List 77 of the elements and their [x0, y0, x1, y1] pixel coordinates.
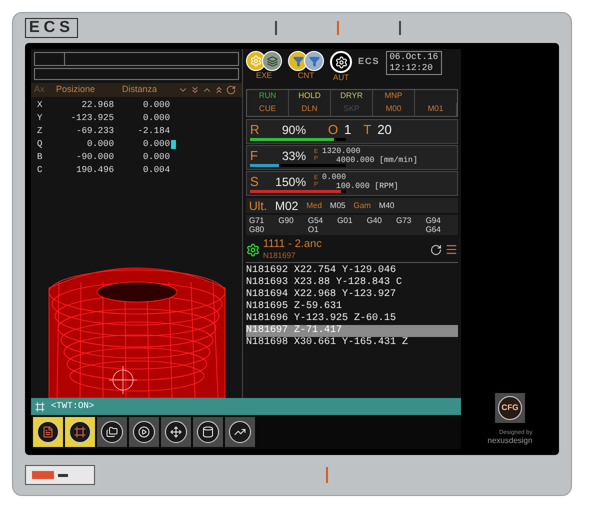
t-label: T [363, 121, 372, 140]
distance-cell-text: 0.004 [142, 164, 170, 177]
status-indicator: M00 [373, 103, 415, 116]
status-indicator: MNP [373, 90, 415, 103]
ult-label: Ult. [249, 198, 267, 214]
override-percent: 33% [280, 148, 306, 165]
axis-cell-text: C [36, 164, 44, 177]
gcode-text: G71 [249, 216, 266, 225]
program-line[interactable]: N181696 Y-123.925 Z-60.15 [246, 313, 458, 325]
axis-cell-text: Z [36, 124, 44, 138]
ult-code: M02 [275, 198, 298, 214]
time-text: 12:12:20 [390, 63, 434, 74]
cfg-button[interactable]: CFG [495, 393, 525, 423]
gcode-text: G40 [366, 216, 383, 225]
distance-cell-text: 0.000 [142, 138, 170, 151]
position-cell-text: 0.000 [86, 138, 114, 151]
axis-cell-text: B [36, 150, 44, 164]
position-cell-text: -69.233 [75, 124, 114, 138]
position-cell-text: -123.925 [70, 112, 114, 125]
axis-cell-text: Q [36, 138, 44, 151]
gcode-text: G90 [278, 216, 295, 225]
status-indicator: HOLD [289, 90, 331, 103]
program-name: 1111 - 2.anc [263, 238, 323, 250]
date-text: 06.Oct.16 [390, 52, 438, 63]
ult-tag: Med [306, 200, 322, 212]
gcode-text: G01 [337, 216, 354, 225]
status-indicator: RUN [247, 90, 289, 103]
gcode-text: G64 [426, 225, 442, 234]
program-line[interactable]: N181698 X30.661 Y-165.431 Z [246, 337, 458, 349]
gcode-text: G80 [249, 225, 266, 234]
column-header: Posizione [56, 83, 96, 96]
distance-cell-text: 0.000 [142, 98, 170, 112]
ult-code: M40 [378, 200, 394, 212]
position-cell-text: -90.000 [75, 150, 114, 164]
override-letter: S [250, 173, 260, 192]
message-text: <TWT:ON> [51, 400, 94, 413]
position-cell-text: 22.968 [80, 98, 114, 112]
override-value: 4000.000 [mm/min] [335, 156, 418, 165]
program-line[interactable]: N181695 Z-59.631 [246, 301, 458, 313]
override-letter: R [250, 121, 260, 140]
override-letter: F [250, 147, 259, 166]
status-indicator: M01 [415, 103, 457, 116]
screen-logo: ECS [358, 55, 380, 68]
program-line[interactable]: N181692 X22.754 Y-129.046 [246, 265, 458, 277]
o-value: 1 [344, 121, 352, 140]
designer-name: nexusdesign [488, 437, 532, 445]
status-indicator: DLN [289, 103, 331, 116]
distance-cell-text: 0.000 [142, 112, 170, 125]
axis-cell-text: X [36, 98, 44, 112]
status-indicator: DRYR [331, 90, 373, 103]
override-percent: 90% [280, 122, 306, 139]
override-value: 0.000 [322, 173, 348, 182]
t-value: 20 [377, 121, 392, 140]
column-header: Ax [34, 83, 46, 96]
distance-cell-text: -2.184 [136, 124, 170, 138]
mode-label: AUT [333, 73, 349, 83]
gcode-text: G54 [308, 216, 324, 225]
mode-label: CNT [298, 71, 314, 81]
position-cell-text: 190.496 [75, 164, 114, 177]
gcode-text: G94 [426, 216, 442, 225]
ult-code: M05 [330, 200, 346, 212]
ult-tag: Gam [353, 200, 371, 212]
gcode-text: G73 [396, 216, 412, 225]
distance-cell-text: 0.000 [142, 150, 170, 164]
override-value: 1320.000 [322, 147, 362, 156]
program-line[interactable]: N181694 X22.968 Y-123.927 [246, 289, 458, 301]
bezel-logo: ECS [25, 18, 78, 38]
status-indicator: CUE [247, 103, 289, 116]
override-percent: 150% [274, 174, 306, 191]
column-header: Distanza [122, 83, 158, 96]
axis-cell-text: Y [36, 112, 44, 125]
o-label: O [328, 121, 338, 140]
gcode-text: O1 [308, 225, 320, 234]
program-line[interactable]: N181693 X23.88 Y-128.843 C [246, 277, 458, 289]
override-value: 100.000 [RPM] [335, 182, 398, 191]
block-number: N181697 [263, 250, 296, 262]
mode-label: EXE [256, 71, 272, 81]
